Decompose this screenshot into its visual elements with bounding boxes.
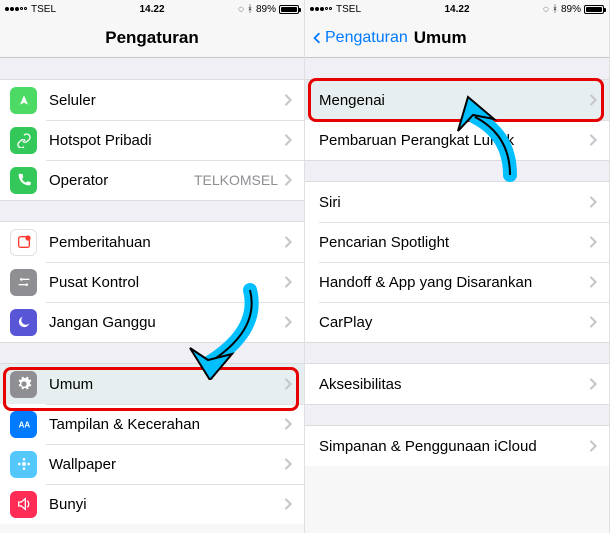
sound-icon [10,491,37,518]
chevron-right-icon [284,316,292,328]
row-label: Pencarian Spotlight [319,234,589,251]
gear-icon [10,371,37,398]
row-umum[interactable]: Umum [0,364,304,404]
nav-bar: Pengaturan Umum [305,18,609,58]
loading-icon: ◌ [238,4,244,15]
row-label: Handoff & App yang Disarankan [319,274,589,291]
signal-icon [5,7,27,11]
row-bunyi[interactable]: Bunyi [0,484,304,524]
row-label: Mengenai [319,92,589,109]
moon-icon [10,309,37,336]
chevron-right-icon [589,378,597,390]
link-icon [10,127,37,154]
chevron-right-icon [589,440,597,452]
general-list: Mengenai Pembaruan Perangkat Lunak Siri … [305,58,609,466]
chevron-right-icon [284,236,292,248]
row-label: CarPlay [319,314,589,331]
row-label: Pusat Kontrol [49,274,284,291]
row-label: Jangan Ganggu [49,314,284,331]
battery-label: 89% [561,4,581,15]
battery-icon [584,5,604,14]
row-siri[interactable]: Siri [305,182,609,222]
row-label: Umum [49,376,284,393]
chevron-left-icon [311,32,323,44]
antenna-icon [10,87,37,114]
row-mengenai[interactable]: Mengenai [305,80,609,120]
row-tampilan[interactable]: AA Tampilan & Kecerahan [0,404,304,444]
phone-icon [10,167,37,194]
row-detail: TELKOMSEL [194,172,278,188]
row-label: Bunyi [49,496,284,513]
chevron-right-icon [589,276,597,288]
chevron-right-icon [284,458,292,470]
row-pembaruan[interactable]: Pembaruan Perangkat Lunak [305,120,609,160]
battery-icon [279,5,299,14]
row-operator[interactable]: Operator TELKOMSEL [0,160,304,200]
switches-icon [10,269,37,296]
svg-text:AA: AA [18,420,30,429]
chevron-right-icon [284,498,292,510]
chevron-right-icon [284,94,292,106]
settings-list: Seluler Hotspot Pribadi Operator TELKOMS… [0,58,304,524]
row-label: Siri [319,194,589,211]
row-aksesibilitas[interactable]: Aksesibilitas [305,364,609,404]
row-label: Hotspot Pribadi [49,132,284,149]
row-pemberitahuan[interactable]: Pemberitahuan [0,222,304,262]
row-label: Operator [49,172,194,189]
row-label: Simpanan & Penggunaan iCloud [319,438,589,455]
chevron-right-icon [589,94,597,106]
row-seluler[interactable]: Seluler [0,80,304,120]
back-label: Pengaturan [325,29,408,47]
back-button[interactable]: Pengaturan [305,29,408,47]
nav-bar: Pengaturan [0,18,304,58]
general-screen: TSEL 14.22 ◌ ᚼ 89% Pengaturan Umum Menge… [305,0,610,533]
page-title: Pengaturan [0,28,304,48]
clock-label: 14.22 [139,4,164,15]
chevron-right-icon [284,134,292,146]
carrier-label: TSEL [31,4,56,15]
chevron-right-icon [284,378,292,390]
notification-icon [10,229,37,256]
chevron-right-icon [589,316,597,328]
loading-icon: ◌ [543,4,549,15]
row-label: Pemberitahuan [49,234,284,251]
row-pusat-kontrol[interactable]: Pusat Kontrol [0,262,304,302]
chevron-right-icon [589,134,597,146]
chevron-right-icon [284,418,292,430]
row-label: Wallpaper [49,456,284,473]
bluetooth-icon: ᚼ [552,4,558,15]
chevron-right-icon [589,196,597,208]
row-hotspot[interactable]: Hotspot Pribadi [0,120,304,160]
row-wallpaper[interactable]: Wallpaper [0,444,304,484]
settings-root-screen: TSEL 14.22 ◌ ᚼ 89% Pengaturan Seluler Ho… [0,0,305,533]
chevron-right-icon [284,174,292,186]
row-handoff[interactable]: Handoff & App yang Disarankan [305,262,609,302]
signal-icon [310,7,332,11]
page-title: Umum [414,28,467,48]
display-icon: AA [10,411,37,438]
status-bar: TSEL 14.22 ◌ ᚼ 89% [0,0,304,18]
battery-label: 89% [256,4,276,15]
chevron-right-icon [589,236,597,248]
row-label: Tampilan & Kecerahan [49,416,284,433]
row-jangan-ganggu[interactable]: Jangan Ganggu [0,302,304,342]
row-icloud-storage[interactable]: Simpanan & Penggunaan iCloud [305,426,609,466]
clock-label: 14.22 [444,4,469,15]
row-label: Seluler [49,92,284,109]
row-carplay[interactable]: CarPlay [305,302,609,342]
row-spotlight[interactable]: Pencarian Spotlight [305,222,609,262]
status-bar: TSEL 14.22 ◌ ᚼ 89% [305,0,609,18]
row-label: Aksesibilitas [319,376,589,393]
carrier-label: TSEL [336,4,361,15]
bluetooth-icon: ᚼ [247,4,253,15]
wallpaper-icon [10,451,37,478]
row-label: Pembaruan Perangkat Lunak [319,132,589,149]
chevron-right-icon [284,276,292,288]
